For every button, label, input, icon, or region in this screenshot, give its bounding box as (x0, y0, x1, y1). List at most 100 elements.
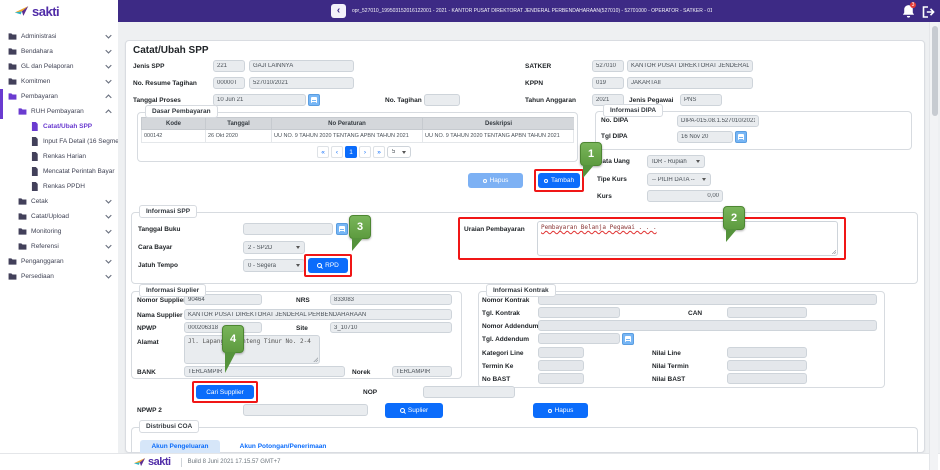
chevron-down-icon (105, 229, 112, 234)
sidebar-item-renkas-ppdh[interactable]: Renkas PPDH (0, 179, 118, 194)
cara-bayar-select[interactable]: 2 - SP2D (243, 241, 305, 254)
sidebar-item-ruh-pembayaran[interactable]: RUH Pembayaran (0, 104, 118, 119)
no-bast-label: No BAST (482, 376, 510, 383)
jenis-pegawai-label: Jenis Pegawai (629, 97, 673, 104)
table-cell-tanggal[interactable]: 26 Okt 2020 (205, 130, 271, 143)
pagination-page-1-button[interactable]: 1 (345, 146, 357, 158)
hapus-supplier-button[interactable]: Hapus (533, 403, 588, 418)
site-input[interactable] (330, 322, 452, 333)
no-dipa-input[interactable] (677, 115, 759, 127)
sidebar-item-pembayaran[interactable]: Pembayaran (0, 89, 118, 104)
pagination-prev-button[interactable]: ‹ (331, 146, 343, 158)
build-info: Build 8 Juni 2021 17.15.57 GMT+7 (181, 458, 281, 467)
sidebar-item-penganggaran[interactable]: Penganggaran (0, 254, 118, 269)
nilai-termin-input[interactable] (727, 360, 807, 371)
tanggal-buku-input[interactable] (243, 223, 333, 235)
kategori-line-input[interactable] (538, 347, 584, 358)
no-resume-value-input[interactable] (249, 77, 354, 89)
chevron-down-icon (105, 274, 112, 279)
calendar-icon[interactable] (622, 333, 634, 345)
nop-input[interactable] (423, 386, 515, 398)
tgl-addendum-input[interactable] (538, 333, 620, 344)
tgl-dipa-label: Tgl DIPA (601, 133, 628, 140)
tanggal-proses-input[interactable] (213, 94, 306, 106)
can-input[interactable] (727, 307, 807, 318)
kppn-name-input[interactable] (627, 77, 753, 89)
hapus-dasar-button[interactable]: Hapus (468, 173, 523, 188)
chevron-up-icon (105, 109, 112, 114)
sidebar-item-gl-dan-pelaporan[interactable]: GL dan Pelaporan (0, 59, 118, 74)
mata-uang-select[interactable]: IDR - Rupiah (647, 155, 705, 168)
nilai-bast-input[interactable] (727, 373, 807, 384)
norek-label: Norek (352, 369, 370, 376)
kppn-code-input[interactable] (592, 77, 624, 89)
satker-name-input[interactable] (627, 60, 753, 72)
search-icon (400, 408, 405, 413)
notifications-button[interactable]: 3 (901, 4, 916, 19)
sidebar-item-mencatat-perintah-bayar[interactable]: Mencatat Perintah Bayar (0, 164, 118, 179)
kurs-input[interactable] (647, 190, 723, 202)
suplier-search-button[interactable]: Suplier (385, 403, 443, 418)
termin-ke-input[interactable] (538, 360, 584, 371)
calendar-icon[interactable] (308, 94, 320, 106)
table-cell-kode[interactable]: 000142 (141, 130, 205, 143)
bank-input[interactable] (184, 366, 345, 377)
highlight-box-cari-supplier (192, 381, 258, 403)
table-header-no-peraturan: No Peraturan (271, 117, 422, 130)
tab-akun-pengeluaran[interactable]: Akun Pengeluaran (140, 440, 220, 454)
table-cell-no-peraturan[interactable]: UU NO. 9 TAHUN 2020 TENTANG APBN TAHUN 2… (271, 130, 422, 143)
sidebar-item-input-fa-detail[interactable]: Input FA Detail (16 Segmen) (0, 134, 118, 149)
satker-code-input[interactable] (592, 60, 624, 72)
tab-akun-potongan-penerimaan[interactable]: Akun Potongan/Penerimaan (228, 440, 338, 454)
alamat-textarea[interactable]: Jl. Lapangan Banteng Timur No. 2-4 (184, 335, 320, 364)
table-header-kode: Kode (141, 117, 205, 130)
table-cell-deskripsi[interactable]: UU NO. 9 TAHUN 2020 TENTANG APBN TAHUN 2… (422, 130, 574, 143)
sidebar-item-label: Persediaan (21, 273, 54, 280)
nrs-input[interactable] (330, 294, 452, 305)
pagination-first-button[interactable]: « (317, 146, 329, 158)
scrollbar-thumb[interactable] (932, 26, 938, 116)
sidebar-item-catat-ubah-spp[interactable]: Catat/Ubah SPP (0, 119, 118, 134)
kppn-label: KPPN (525, 80, 543, 87)
no-resume-code-input[interactable] (213, 77, 245, 89)
no-tagihan-input[interactable] (424, 94, 460, 106)
footer-bar: sakti Build 8 Juni 2021 17.15.57 GMT+7 (0, 453, 940, 470)
jenis-spp-code-input[interactable] (213, 60, 245, 72)
page-size-select[interactable]: 5 (387, 146, 411, 158)
nilai-line-input[interactable] (727, 347, 807, 358)
sidebar-item-administrasi[interactable]: Administrasi (0, 29, 118, 44)
nomor-kontrak-input[interactable] (538, 294, 877, 305)
tipe-kurs-select[interactable]: -- PILIH DATA -- (647, 173, 711, 186)
logout-button[interactable] (922, 5, 936, 17)
sidebar-item-komitmen[interactable]: Komitmen (0, 74, 118, 89)
sidebar-item-cetak[interactable]: Cetak (0, 194, 118, 209)
calendar-icon[interactable] (336, 223, 348, 235)
sidebar-item-monitoring[interactable]: Monitoring (0, 224, 118, 239)
sakti-logo-icon (133, 457, 146, 467)
nama-supplier-input[interactable] (184, 309, 452, 320)
pagination-last-button[interactable]: » (373, 146, 385, 158)
sidebar-item-referensi[interactable]: Referensi (0, 239, 118, 254)
norek-input[interactable] (392, 366, 452, 377)
tgl-dipa-input[interactable] (677, 131, 733, 143)
calendar-icon[interactable] (735, 131, 747, 143)
folder-icon (18, 197, 27, 206)
back-button[interactable]: ‹ (331, 4, 346, 18)
termin-ke-label: Termin Ke (482, 363, 513, 370)
tgl-kontrak-input[interactable] (538, 307, 620, 318)
nomor-addendum-input[interactable] (538, 320, 877, 331)
sidebar-item-catat-upload[interactable]: Catat/Upload (0, 209, 118, 224)
pagination-next-button[interactable]: › (359, 146, 371, 158)
sidebar-item-renkas-harian[interactable]: Renkas Harian (0, 149, 118, 164)
nilai-termin-label: Nilai Termin (652, 363, 689, 370)
no-bast-input[interactable] (538, 373, 584, 384)
sidebar-item-label: Renkas PPDH (43, 183, 85, 190)
scrollbar-track[interactable] (929, 22, 938, 470)
sidebar-item-bendahara[interactable]: Bendahara (0, 44, 118, 59)
sidebar-item-persediaan[interactable]: Persediaan (0, 269, 118, 284)
npwp2-input[interactable] (243, 404, 368, 416)
top-header-bar: ‹ opr_527010_199503152016122001 - 2021 -… (0, 0, 940, 22)
jenis-pegawai-input[interactable] (680, 94, 722, 106)
jatuh-tempo-select[interactable]: 0 - Segera (243, 259, 305, 272)
jenis-spp-name-input[interactable] (249, 60, 354, 72)
